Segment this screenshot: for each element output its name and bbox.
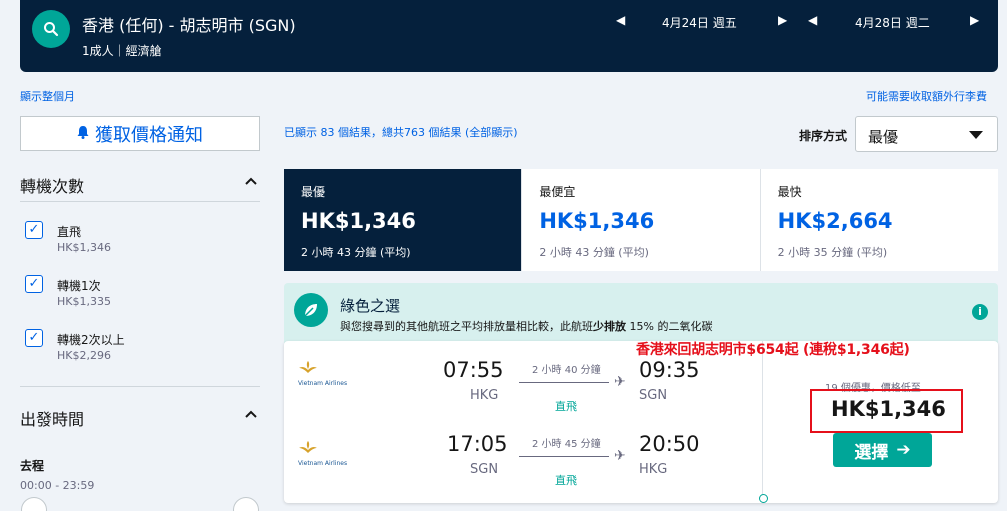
show-whole-month-link[interactable]: 顯示整個月 [20,88,75,104]
filter-label: 轉機2次以上 [57,333,125,347]
time-slider-max-handle[interactable] [233,497,259,511]
depart-prev-date-button[interactable]: ◀ [616,13,625,27]
tab-duration: 2 小時 35 分鐘 (平均) [777,246,888,259]
departure-time-filter-title: 出發時間 [20,410,85,429]
tab-duration: 2 小時 43 分鐘 (平均) [539,246,649,259]
checkbox-checked-icon[interactable]: ✓ [25,329,43,347]
stops-label: 直飛 [555,474,577,487]
filter-price: HK$1,335 [57,295,111,308]
passenger-cabin-summary: 1成人｜經濟艙 [82,44,162,58]
checkbox-checked-icon[interactable]: ✓ [25,221,43,239]
search-icon[interactable] [32,10,70,48]
leaf-icon [294,293,328,327]
tab-name: 最便宜 [539,185,576,199]
flight-duration: 2 小時 40 分鐘 [532,365,601,376]
plane-icon: ✈ [614,448,626,464]
info-icon[interactable]: i [972,304,988,320]
return-date[interactable]: 4月28日 週二 [855,14,930,31]
divider [762,341,763,503]
return-next-date-button[interactable]: ▶ [970,13,979,27]
filter-label: 轉機1次 [57,279,101,293]
results-count[interactable]: 已顯示 83 個結果，總共763 個結果 (全部顯示) [284,124,518,140]
extra-baggage-fees-link[interactable]: 可能需要收取額外行李費 [866,88,987,104]
sort-select[interactable]: 最優 [855,116,998,152]
departure-time: 07:55 [443,358,504,382]
price-alert-button[interactable]: 獲取價格通知 [20,116,260,151]
departure-airport: SGN [470,462,499,477]
green-choice-banner: 綠色之選 與您搜尋到的其他航班之平均排放量相比較，此航班少排放 15% 的二氧化… [284,283,998,343]
outbound-time-range: 00:00 - 23:59 [20,479,95,492]
divider [20,386,260,387]
route-title: 香港 (任何) - 胡志明市 (SGN) [82,16,296,35]
depart-next-date-button[interactable]: ▶ [778,13,787,27]
outbound-label: 去程 [20,459,45,473]
return-prev-date-button[interactable]: ◀ [808,13,817,27]
tab-duration: 2 小時 43 分鐘 (平均) [301,246,411,259]
chevron-up-icon[interactable] [244,174,258,190]
arrival-airport: SGN [639,388,668,403]
bell-icon [77,123,89,144]
divider [20,201,260,202]
arrival-time: 20:50 [639,432,700,456]
filter-label: 直飛 [57,225,82,239]
timeline-dot [759,494,768,503]
sort-label: 排序方式 [799,129,848,143]
tab-name: 最快 [777,185,802,199]
airline-logo: Vietnam Airlines [298,359,360,387]
route-line [519,382,609,383]
plane-icon: ✈ [614,374,626,390]
stops-filter-title: 轉機次數 [20,177,85,196]
tab-price: HK$1,346 [301,209,416,233]
sort-value: 最優 [868,128,899,146]
tab-best[interactable]: 最優 HK$1,346 2 小時 43 分鐘 (平均) [284,169,523,271]
airline-logo: Vietnam Airlines [298,439,360,467]
chevron-up-icon[interactable] [244,407,258,423]
tab-name: 最優 [301,185,326,199]
stops-label: 直飛 [555,400,577,413]
tab-cheapest[interactable]: 最便宜 HK$1,346 2 小時 43 分鐘 (平均) [522,169,761,271]
select-flight-button[interactable]: 選擇 ➔ [833,433,932,467]
green-choice-title: 綠色之選 [340,297,401,315]
route-line [519,456,609,457]
annotation-highlight-box [810,389,963,433]
green-choice-description: 與您搜尋到的其他航班之平均排放量相比較，此航班少排放 15% 的二氧化碳 [340,320,713,333]
price-alert-label: 獲取價格通知 [95,124,203,146]
checkbox-checked-icon[interactable]: ✓ [25,275,43,293]
annotation-text: 香港來回胡志明市$654起 (連稅$1,346起) [636,342,910,358]
flight-duration: 2 小時 45 分鐘 [532,439,601,450]
arrow-right-icon: ➔ [896,440,911,460]
return-leg: Vietnam Airlines 17:05 SGN 2 小時 45 分鐘 ✈ … [284,413,762,487]
arrival-airport: HKG [639,462,668,477]
time-slider-min-handle[interactable] [21,497,47,511]
tab-fastest[interactable]: 最快 HK$2,664 2 小時 35 分鐘 (平均) [760,169,998,271]
search-summary-bar[interactable]: 香港 (任何) - 胡志明市 (SGN) 1成人｜經濟艙 ◀ 4月24日 週五 … [20,0,998,72]
departure-airport: HKG [470,388,499,403]
filter-price: HK$2,296 [57,349,111,362]
caret-down-icon [969,131,983,139]
filter-price: HK$1,346 [57,241,111,254]
departure-time: 17:05 [447,432,508,456]
arrival-time: 09:35 [639,358,700,382]
tab-price: HK$1,346 [539,209,655,233]
depart-date[interactable]: 4月24日 週五 [662,14,737,31]
tab-price: HK$2,664 [777,209,893,233]
sort-tabs: 最優 HK$1,346 2 小時 43 分鐘 (平均) 最便宜 HK$1,346… [284,169,998,271]
